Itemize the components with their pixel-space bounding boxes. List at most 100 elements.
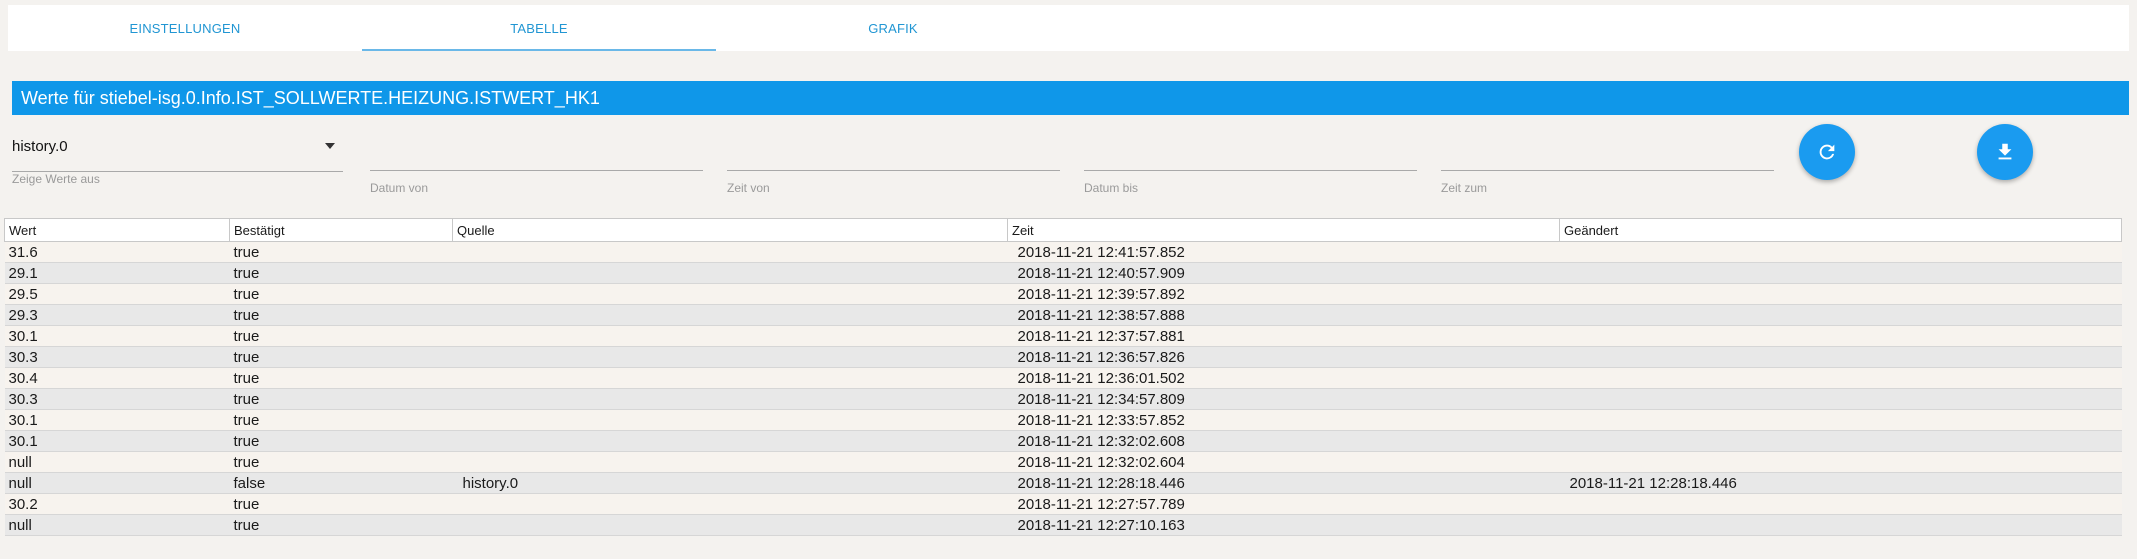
table-row: 30.3 true 2018-11-21 12:34:57.809: [4, 388, 2122, 410]
cell-quelle: [452, 304, 1008, 326]
cell-wert: 29.3: [4, 304, 230, 326]
cell-quelle: [452, 262, 1008, 284]
cell-quelle: [452, 493, 1008, 515]
cell-geaendert: [1559, 367, 2122, 389]
cell-bestaetigt: true: [229, 451, 453, 473]
cell-quelle: [452, 241, 1008, 263]
cell-quelle: [452, 451, 1008, 473]
cell-quelle: [452, 514, 1008, 536]
table-row: 30.1 true 2018-11-21 12:37:57.881: [4, 325, 2122, 347]
cell-bestaetigt: true: [229, 367, 453, 389]
download-icon: [1998, 143, 2012, 160]
cell-zeit: 2018-11-21 12:32:02.604: [1007, 451, 1560, 473]
date-to-underline: [1084, 170, 1417, 171]
cell-geaendert: [1559, 304, 2122, 326]
cell-bestaetigt: true: [229, 325, 453, 347]
cell-zeit: 2018-11-21 12:38:57.888: [1007, 304, 1560, 326]
cell-zeit: 2018-11-21 12:33:57.852: [1007, 409, 1560, 431]
tab-einstellungen[interactable]: EINSTELLUNGEN: [8, 5, 362, 51]
table-row: null true 2018-11-21 12:27:10.163: [4, 514, 2122, 536]
date-to-field[interactable]: Datum bis: [1084, 125, 1417, 195]
cell-zeit: 2018-11-21 12:27:10.163: [1007, 514, 1560, 536]
cell-quelle: [452, 367, 1008, 389]
date-from-field[interactable]: Datum von: [370, 125, 703, 195]
column-header-geaendert[interactable]: Geändert: [1559, 218, 2122, 242]
cell-zeit: 2018-11-21 12:27:57.789: [1007, 493, 1560, 515]
cell-geaendert: 2018-11-21 12:28:18.446: [1559, 472, 2122, 494]
cell-wert: null: [4, 514, 230, 536]
column-header-bestaetigt[interactable]: Bestätigt: [229, 218, 453, 242]
instance-select[interactable]: history.0 Zeige Werte aus: [12, 125, 343, 195]
cell-zeit: 2018-11-21 12:39:57.892: [1007, 283, 1560, 305]
cell-zeit: 2018-11-21 12:34:57.809: [1007, 388, 1560, 410]
tab-bar: EINSTELLUNGEN TABELLE GRAFIK: [8, 5, 2129, 51]
cell-bestaetigt: true: [229, 514, 453, 536]
cell-geaendert: [1559, 388, 2122, 410]
cell-quelle: [452, 388, 1008, 410]
column-header-wert[interactable]: Wert: [4, 218, 230, 242]
instance-select-value: history.0: [12, 138, 68, 155]
cell-zeit: 2018-11-21 12:37:57.881: [1007, 325, 1560, 347]
cell-wert: 29.5: [4, 283, 230, 305]
cell-quelle: [452, 409, 1008, 431]
cell-bestaetigt: false: [229, 472, 453, 494]
cell-wert: 30.1: [4, 430, 230, 452]
cell-geaendert: [1559, 430, 2122, 452]
cell-wert: 30.1: [4, 409, 230, 431]
table-header-row: Wert Bestätigt Quelle Zeit Geändert: [4, 218, 2122, 242]
cell-bestaetigt: true: [229, 409, 453, 431]
cell-wert: 30.3: [4, 388, 230, 410]
cell-geaendert: [1559, 409, 2122, 431]
cell-zeit: 2018-11-21 12:36:57.826: [1007, 346, 1560, 368]
time-from-label: Zeit von: [727, 181, 770, 195]
column-header-zeit[interactable]: Zeit: [1007, 218, 1560, 242]
cell-geaendert: [1559, 241, 2122, 263]
cell-zeit: 2018-11-21 12:28:18.446: [1007, 472, 1560, 494]
cell-quelle: [452, 325, 1008, 347]
cell-wert: 30.4: [4, 367, 230, 389]
cell-zeit: 2018-11-21 12:40:57.909: [1007, 262, 1560, 284]
cell-bestaetigt: true: [229, 388, 453, 410]
table-row: 30.1 true 2018-11-21 12:32:02.608: [4, 430, 2122, 452]
cell-geaendert: [1559, 325, 2122, 347]
cell-bestaetigt: true: [229, 430, 453, 452]
table-row: 29.3 true 2018-11-21 12:38:57.888: [4, 304, 2122, 326]
time-to-label: Zeit zum: [1441, 181, 1488, 195]
cell-zeit: 2018-11-21 12:41:57.852: [1007, 241, 1560, 263]
tab-grafik[interactable]: GRAFIK: [716, 5, 1070, 51]
cell-geaendert: [1559, 493, 2122, 515]
cell-quelle: [452, 430, 1008, 452]
time-from-field[interactable]: Zeit von: [727, 125, 1060, 195]
cell-zeit: 2018-11-21 12:36:01.502: [1007, 367, 1560, 389]
table-row: 31.6 true 2018-11-21 12:41:57.852: [4, 241, 2122, 263]
cell-bestaetigt: true: [229, 346, 453, 368]
date-from-label: Datum von: [370, 181, 429, 195]
chevron-down-icon: [325, 143, 335, 149]
history-table: Wert Bestätigt Quelle Zeit Geändert 31.6…: [4, 218, 2122, 536]
cell-wert: 30.1: [4, 325, 230, 347]
cell-geaendert: [1559, 346, 2122, 368]
cell-geaendert: [1559, 451, 2122, 473]
table-row: null true 2018-11-21 12:32:02.604: [4, 451, 2122, 473]
instance-select-label: Zeige Werte aus: [12, 172, 100, 186]
cell-bestaetigt: true: [229, 493, 453, 515]
tab-tabelle[interactable]: TABELLE: [362, 5, 716, 51]
cell-quelle: [452, 346, 1008, 368]
cell-wert: null: [4, 472, 230, 494]
table-row: 30.3 true 2018-11-21 12:36:57.826: [4, 346, 2122, 368]
refresh-icon: [1819, 144, 1835, 160]
time-to-field[interactable]: Zeit zum: [1441, 125, 1774, 195]
cell-geaendert: [1559, 262, 2122, 284]
cell-geaendert: [1559, 514, 2122, 536]
refresh-button[interactable]: [1799, 124, 1855, 180]
table-row: 30.1 true 2018-11-21 12:33:57.852: [4, 409, 2122, 431]
cell-wert: null: [4, 451, 230, 473]
column-header-quelle[interactable]: Quelle: [452, 218, 1008, 242]
cell-wert: 30.3: [4, 346, 230, 368]
download-button[interactable]: [1977, 124, 2033, 180]
cell-wert: 30.2: [4, 493, 230, 515]
table-row: 29.1 true 2018-11-21 12:40:57.909: [4, 262, 2122, 284]
cell-geaendert: [1559, 283, 2122, 305]
cell-quelle: history.0: [452, 472, 1008, 494]
table-row: 30.4 true 2018-11-21 12:36:01.502: [4, 367, 2122, 389]
